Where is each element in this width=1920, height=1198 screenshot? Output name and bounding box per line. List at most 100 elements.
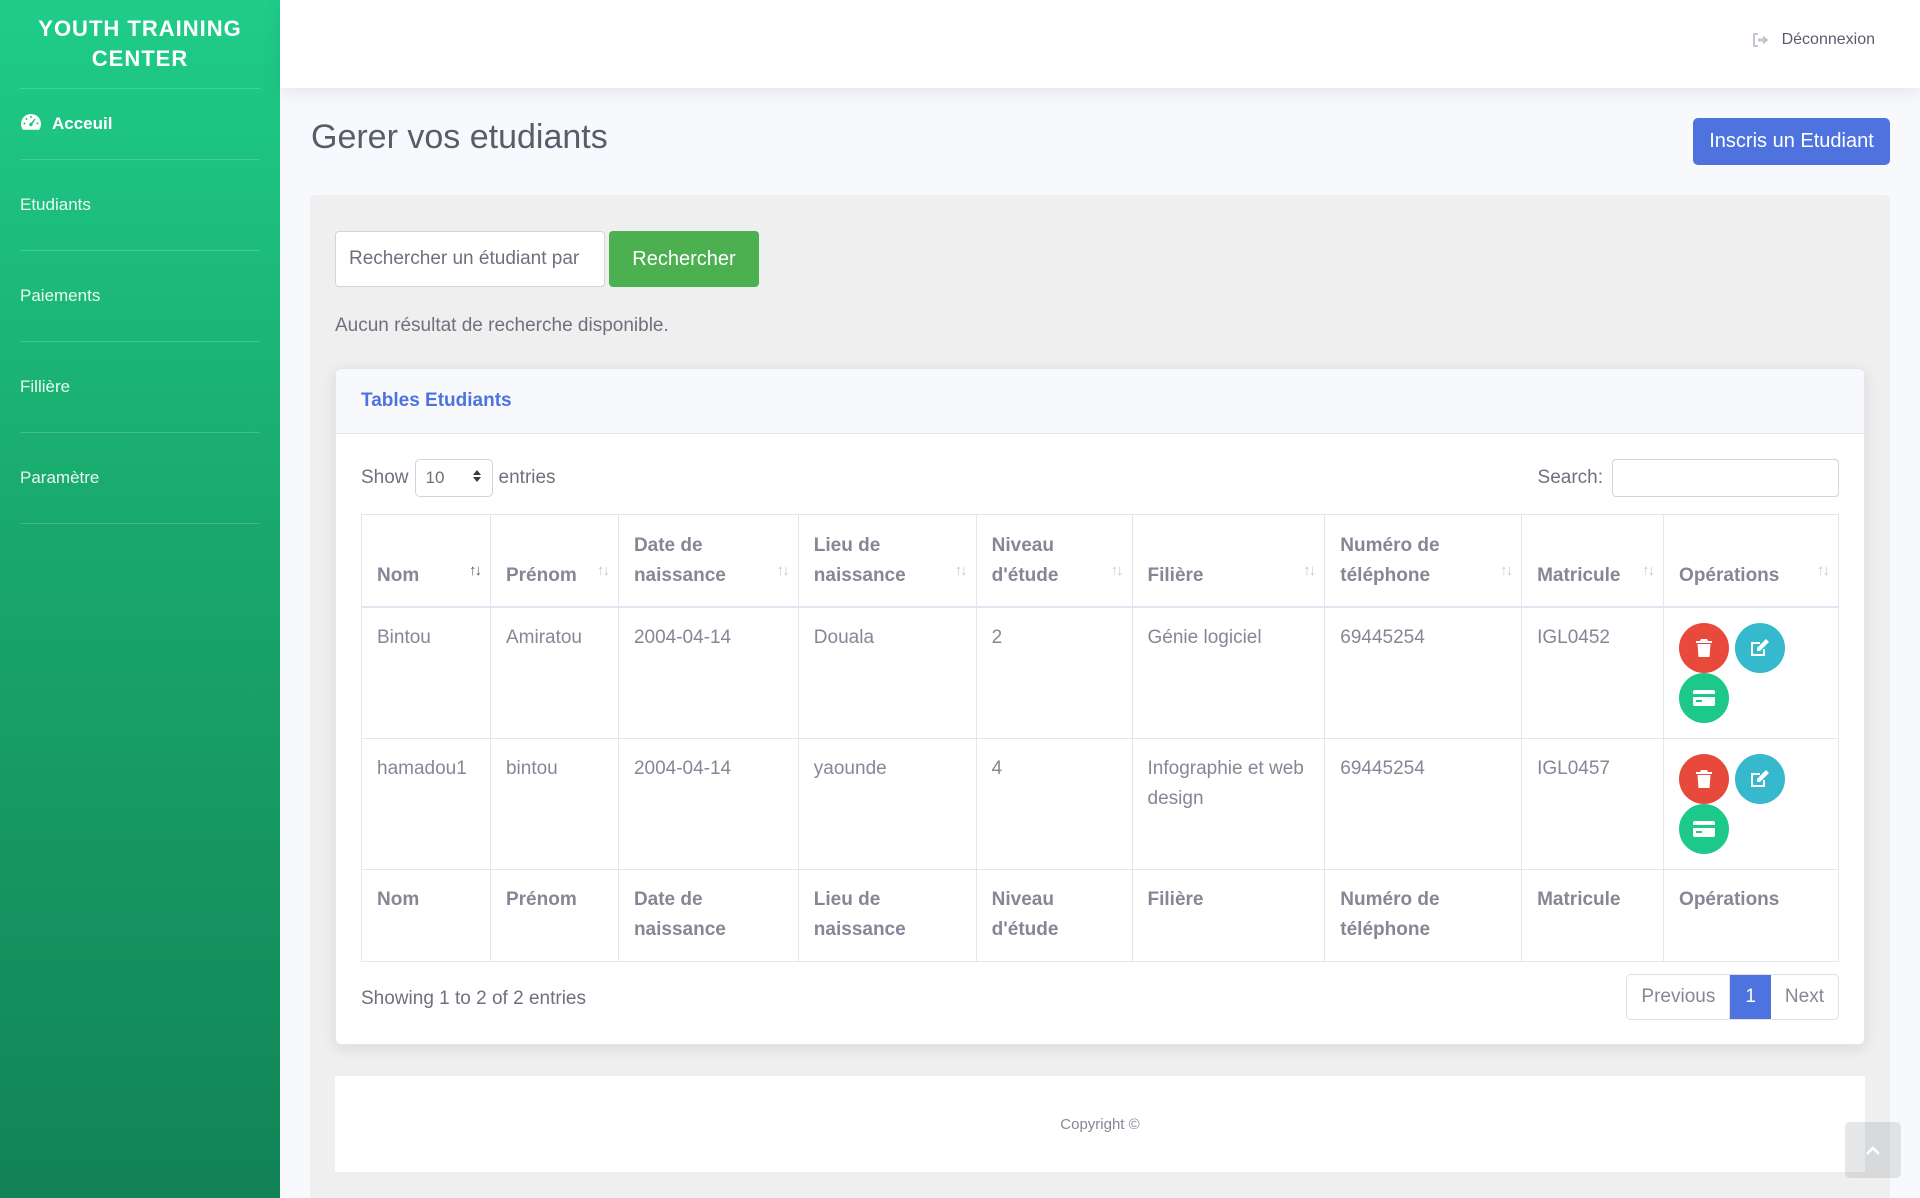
cell-nom: hamadou1 [361, 737, 491, 870]
table-search: Search: [1538, 459, 1839, 497]
column-header-telephone[interactable]: Numéro de téléphone ↑↓ [1324, 514, 1523, 608]
footer-telephone: Numéro de téléphone [1324, 868, 1523, 962]
sort-icon: ↑↓ [776, 561, 790, 579]
cell-matricule: IGL0452 [1521, 606, 1665, 739]
footer-nom: Nom [361, 868, 491, 962]
footer-lieu: Lieu de naissance [797, 868, 977, 962]
student-search-input[interactable]: Rechercher un étudiant par [335, 231, 605, 287]
column-header-niveau[interactable]: Niveau d'étude ↑↓ [975, 514, 1133, 608]
sidebar-item-filliere[interactable]: Fillière [0, 342, 280, 432]
datatable-footer: Showing 1 to 2 of 2 entries Previous 1 N… [361, 974, 1839, 1020]
table-row: hamadou1 bintou 2004-04-14 yaounde 4 Inf… [361, 737, 1839, 870]
search-label: Search: [1537, 467, 1603, 488]
edit-icon [1751, 638, 1770, 656]
students-card: Tables Etudiants Show 10 entries Search: [335, 368, 1865, 1045]
cell-prenom: Amiratou [489, 606, 619, 739]
logout-label: Déconnexion [1781, 31, 1875, 48]
entries-label: entries [498, 467, 556, 488]
entries-length: Show 10 entries [361, 459, 556, 497]
sidebar-item-etudiants[interactable]: Etudiants [0, 160, 280, 250]
cell-operations [1663, 606, 1839, 739]
column-header-matricule[interactable]: Matricule ↑↓ [1521, 514, 1665, 608]
brand-title[interactable]: YOUTH TRAINING CENTER [0, 0, 280, 88]
sort-icon: ↑↓ [1817, 561, 1830, 579]
scroll-to-top-button[interactable] [1845, 1122, 1901, 1178]
entries-select[interactable]: 10 [414, 459, 493, 497]
sort-icon: ↑↓ [1642, 561, 1655, 579]
chevron-up-icon [1866, 1146, 1880, 1155]
table-search-input[interactable] [1612, 459, 1839, 497]
trash-icon [1696, 638, 1713, 657]
column-header-date[interactable]: Date de naissance ↑↓ [617, 514, 799, 608]
search-placeholder: Rechercher un étudiant par [349, 248, 580, 269]
column-header-lieu[interactable]: Lieu de naissance ↑↓ [797, 514, 977, 608]
trash-icon [1696, 769, 1713, 788]
edit-icon [1751, 769, 1770, 787]
sidebar-item-label: Etudiants [20, 195, 91, 214]
sort-icon: ↑↓ [1303, 561, 1316, 579]
cell-niveau: 4 [975, 737, 1133, 870]
edit-button[interactable] [1735, 753, 1786, 804]
next-page-button[interactable]: Next [1771, 975, 1838, 1019]
cell-lieu: yaounde [797, 737, 977, 870]
page-1-button[interactable]: 1 [1730, 975, 1771, 1019]
pagination: Previous 1 Next [1626, 974, 1839, 1020]
column-header-prenom[interactable]: Prénom ↑↓ [489, 514, 619, 608]
footer-date: Date de naissance [617, 868, 799, 962]
cell-filiere: Génie logiciel [1131, 606, 1326, 739]
cell-nom: Bintou [361, 606, 491, 739]
footer-operations: Opérations [1663, 868, 1839, 962]
delete-button[interactable] [1679, 622, 1730, 673]
dashboard-icon [20, 113, 42, 135]
footer-niveau: Niveau d'étude [975, 868, 1133, 962]
footer-matricule: Matricule [1521, 868, 1665, 962]
credit-card-icon [1693, 820, 1716, 837]
sort-icon: ↑↓ [1500, 561, 1513, 579]
sidebar-item-label: Fillière [20, 377, 71, 396]
logout-link[interactable]: Déconnexion [1752, 31, 1875, 49]
payment-button[interactable] [1679, 672, 1730, 723]
datatable-controls: Show 10 entries Search: [361, 459, 1839, 499]
card-title: Tables Etudiants [336, 369, 1864, 434]
previous-page-button[interactable]: Previous [1627, 975, 1731, 1019]
sidebar-item-label: Acceuil [52, 114, 113, 133]
sort-icon: ↑↓ [1110, 561, 1124, 579]
column-header-nom[interactable]: Nom ↑↓ [361, 514, 491, 608]
table-row: Bintou Amiratou 2004-04-14 Douala 2 Géni… [361, 606, 1839, 739]
column-header-operations[interactable]: Opérations ↑↓ [1663, 514, 1839, 608]
cell-matricule: IGL0457 [1521, 737, 1665, 870]
cell-lieu: Douala [797, 606, 977, 739]
entries-info: Showing 1 to 2 of 2 entries [361, 988, 586, 1009]
table-header-row: Nom ↑↓ Prénom ↑↓ Date de naissance ↑↓ Lieu d… [361, 514, 1839, 608]
sidebar-item-paiements[interactable]: Paiements [0, 251, 280, 341]
sidebar-item-parametre[interactable]: Paramètre [0, 433, 280, 523]
sort-icon: ↑↓ [954, 561, 968, 579]
cell-date: 2004-04-14 [617, 737, 799, 870]
sort-select-icon [472, 468, 482, 488]
sort-icon: ↑↓ [596, 561, 610, 579]
sidebar: YOUTH TRAINING CENTER Acceuil Etudiants … [0, 0, 280, 1198]
cell-niveau: 2 [975, 606, 1133, 739]
sidebar-item-acceuil[interactable]: Acceuil [0, 89, 280, 159]
column-header-filiere[interactable]: Filière ↑↓ [1131, 514, 1326, 608]
delete-button[interactable] [1679, 753, 1730, 804]
footer-prenom: Prénom [489, 868, 619, 962]
sidebar-item-label: Paiements [20, 286, 101, 305]
edit-button[interactable] [1735, 622, 1786, 673]
page-title: Gerer vos etudiants [311, 118, 608, 156]
payment-button[interactable] [1679, 803, 1730, 854]
cell-telephone: 69445254 [1324, 737, 1523, 870]
copyright-text: Copyright © [1060, 1115, 1140, 1133]
sign-out-icon [1752, 32, 1770, 48]
cell-filiere: Infographie et web design [1131, 737, 1326, 870]
page-footer: Copyright © [335, 1076, 1865, 1172]
cell-date: 2004-04-14 [617, 606, 799, 739]
no-result-message: Aucun résultat de recherche disponible. [335, 315, 669, 336]
footer-filiere: Filière [1131, 868, 1326, 962]
topbar: Déconnexion [280, 0, 1920, 88]
entries-value: 10 [425, 468, 445, 487]
search-button[interactable]: Rechercher [609, 231, 759, 287]
add-student-button[interactable]: Inscris un Etudiant [1693, 118, 1890, 165]
students-table: Nom ↑↓ Prénom ↑↓ Date de naissance ↑↓ Lieu d… [361, 514, 1839, 962]
cell-prenom: bintou [489, 737, 619, 870]
